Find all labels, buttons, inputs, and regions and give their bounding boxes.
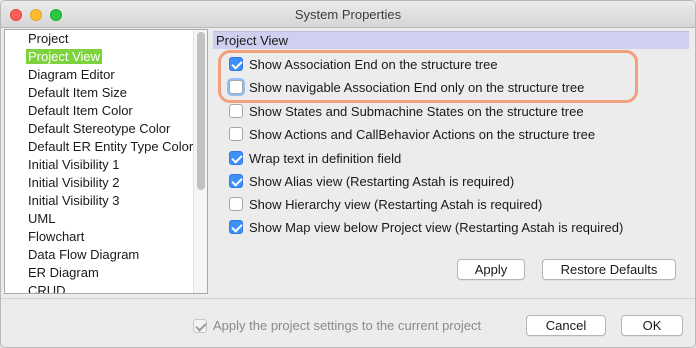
option-checkbox[interactable]: Show Alias view (Restarting Astah is req… xyxy=(229,171,514,191)
apply-project-settings-label: Apply the project settings to the curren… xyxy=(213,318,482,333)
sidebar-item-label: ER Diagram xyxy=(28,265,99,280)
panel-header: Project View xyxy=(213,31,689,49)
option-label: Wrap text in definition field xyxy=(249,150,402,166)
sidebar-item-label: Initial Visibility 3 xyxy=(28,193,120,208)
sidebar-item-label: Default Item Color xyxy=(28,103,133,118)
option-checkbox[interactable]: Wrap text in definition field xyxy=(229,148,401,168)
sidebar-item[interactable]: Project xyxy=(5,30,193,48)
option-label: Show navigable Association End only on t… xyxy=(249,79,585,95)
apply-project-settings-checkbox[interactable]: Apply the project settings to the curren… xyxy=(193,318,481,333)
option-checkbox[interactable]: Show navigable Association End only on t… xyxy=(229,77,584,97)
category-sidebar: Project Project View Diagram Editor Default… xyxy=(4,29,208,294)
sidebar-item-label: Project xyxy=(28,31,69,46)
checkbox-box[interactable] xyxy=(229,220,243,234)
checkbox-box[interactable] xyxy=(229,104,243,118)
sidebar-item[interactable]: UML xyxy=(5,210,193,228)
option-label: Show Hierarchy view (Restarting Astah is… xyxy=(249,196,543,212)
sidebar-item-label: Default Stereotype Color xyxy=(28,121,171,136)
checkbox-box[interactable] xyxy=(229,151,243,165)
restore-defaults-button[interactable]: Restore Defaults xyxy=(542,259,676,280)
option-checkbox[interactable]: Show Hierarchy view (Restarting Astah is… xyxy=(229,194,542,214)
option-checkbox[interactable]: Show States and Submachine States on the… xyxy=(229,101,584,121)
sidebar-item[interactable]: Default ER Entity Type Color xyxy=(5,138,193,156)
sidebar-item-label: Data Flow Diagram xyxy=(28,247,140,262)
window-title: System Properties xyxy=(294,7,402,22)
title-bar[interactable]: System Properties xyxy=(1,1,695,28)
sidebar-item-label: Default Item Size xyxy=(28,85,127,100)
sidebar-scroll-thumb[interactable] xyxy=(197,32,205,190)
checkbox-box[interactable] xyxy=(229,197,243,211)
sidebar-scrollbar[interactable] xyxy=(193,30,207,293)
option-label: Show Actions and CallBehavior Actions on… xyxy=(249,126,596,142)
option-label: Show Map view below Project view (Restar… xyxy=(249,219,624,235)
system-properties-window: System Properties Project Project View Dia… xyxy=(0,0,696,348)
footer-divider xyxy=(1,298,695,299)
checkbox-box[interactable] xyxy=(229,127,243,141)
checkbox-box[interactable] xyxy=(229,80,243,94)
sidebar-item-label: Project View xyxy=(26,49,103,64)
sidebar-item[interactable]: Default Item Color xyxy=(5,102,193,120)
option-label: Show States and Submachine States on the… xyxy=(249,103,584,119)
option-label: Show Association End on the structure tr… xyxy=(249,56,498,72)
sidebar-item-label: Initial Visibility 1 xyxy=(28,157,120,172)
sidebar-item-label: Diagram Editor xyxy=(28,67,115,82)
sidebar-item[interactable]: Data Flow Diagram xyxy=(5,246,193,264)
sidebar-item-label: UML xyxy=(28,211,56,226)
category-list: Project Project View Diagram Editor Default… xyxy=(5,30,193,294)
apply-project-settings-box[interactable] xyxy=(193,318,207,333)
sidebar-item[interactable]: Default Stereotype Color xyxy=(5,120,193,138)
checkbox-box[interactable] xyxy=(229,57,243,71)
sidebar-item-label: Default ER Entity Type Color xyxy=(28,139,194,154)
sidebar-item-label: CRUD xyxy=(28,283,66,294)
sidebar-item[interactable]: Default Item Size xyxy=(5,84,193,102)
option-checkbox[interactable]: Show Map view below Project view (Restar… xyxy=(229,217,623,237)
sidebar-item[interactable]: CRUD xyxy=(5,282,193,294)
sidebar-item[interactable]: Initial Visibility 3 xyxy=(5,192,193,210)
option-checkbox[interactable]: Show Actions and CallBehavior Actions on… xyxy=(229,124,595,144)
sidebar-item[interactable]: Project View xyxy=(5,48,193,66)
sidebar-item[interactable]: Flowchart xyxy=(5,228,193,246)
sidebar-item[interactable]: Diagram Editor xyxy=(5,66,193,84)
sidebar-item[interactable]: ER Diagram xyxy=(5,264,193,282)
sidebar-item[interactable]: Initial Visibility 1 xyxy=(5,156,193,174)
cancel-button[interactable]: Cancel xyxy=(526,315,606,336)
sidebar-item-label: Initial Visibility 2 xyxy=(28,175,120,190)
ok-button[interactable]: OK xyxy=(621,315,683,336)
option-checkbox[interactable]: Show Association End on the structure tr… xyxy=(229,54,498,74)
checkbox-box[interactable] xyxy=(229,174,243,188)
apply-button[interactable]: Apply xyxy=(457,259,525,280)
project-view-panel: Project View Show Association End on the… xyxy=(213,29,691,293)
sidebar-item[interactable]: Initial Visibility 2 xyxy=(5,174,193,192)
option-label: Show Alias view (Restarting Astah is req… xyxy=(249,173,515,189)
sidebar-item-label: Flowchart xyxy=(28,229,85,244)
